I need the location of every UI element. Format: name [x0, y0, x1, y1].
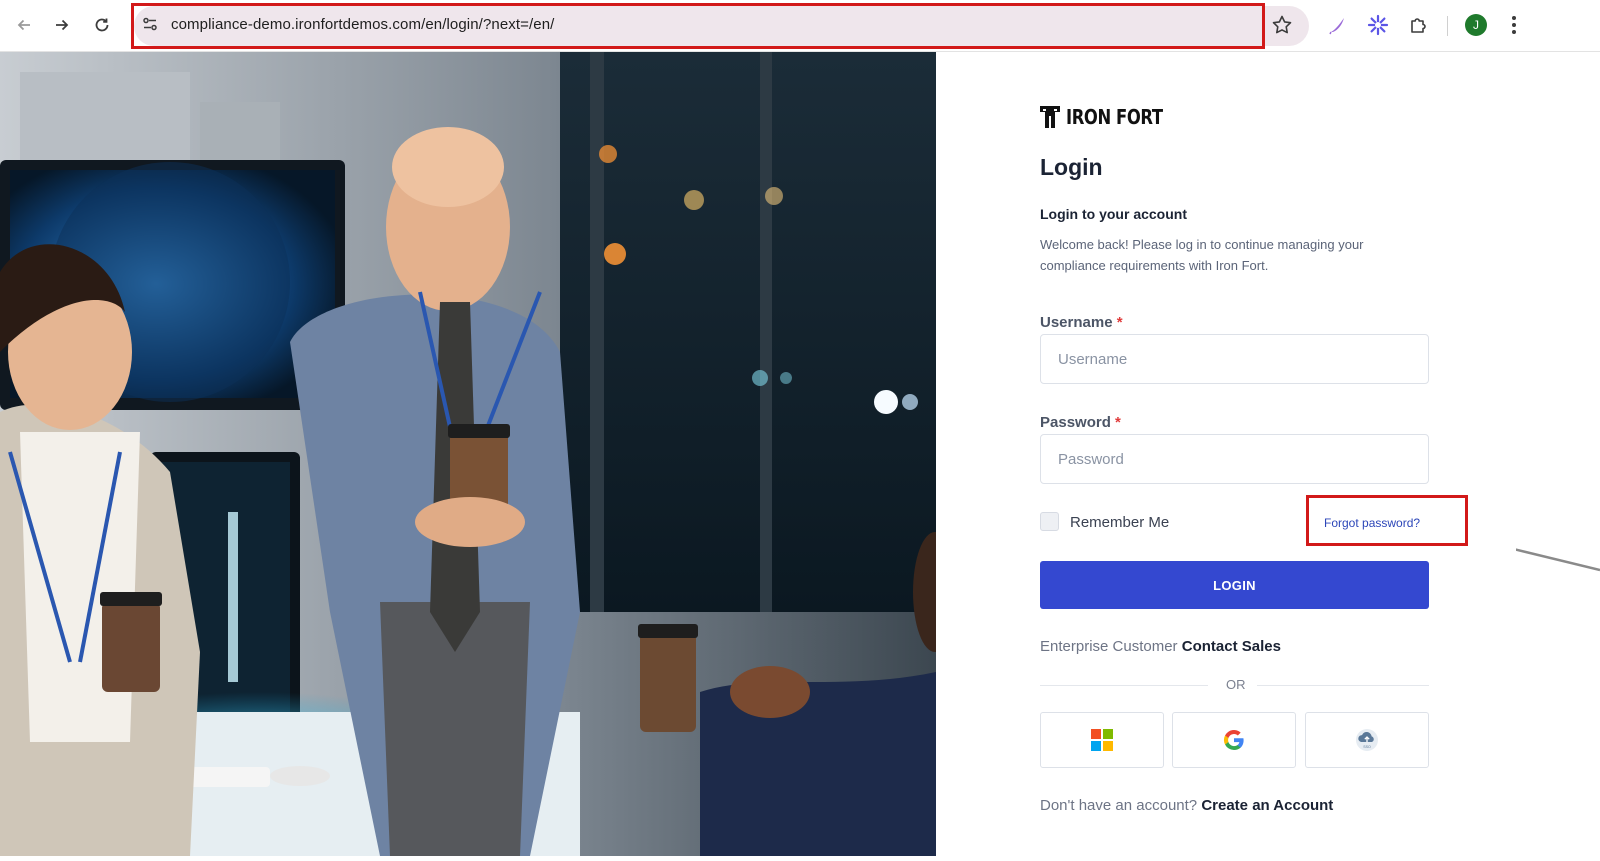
welcome-text: Welcome back! Please log in to continue … — [1040, 237, 1364, 273]
asterisk-extension-icon[interactable] — [1366, 13, 1390, 37]
puzzle-extensions-icon[interactable] — [1406, 13, 1430, 37]
brand-name: IRON FORT — [1066, 105, 1163, 129]
username-label: Username * — [1040, 314, 1123, 331]
annotation-area — [1441, 52, 1600, 856]
contact-sales-link[interactable]: Contact Sales — [1182, 638, 1281, 655]
toolbar-divider — [1447, 16, 1448, 36]
remember-me-label[interactable]: Remember Me — [1070, 514, 1169, 531]
sso-icon: SSO — [1356, 729, 1378, 751]
signup-text: Don't have an account? — [1040, 797, 1198, 814]
url-highlight-annotation — [131, 3, 1265, 49]
or-divider-text: OR — [1226, 677, 1246, 692]
forgot-password-link[interactable]: Forgot password? — [1324, 516, 1420, 530]
password-label-text: Password — [1040, 414, 1111, 431]
create-account-link[interactable]: Create an Account — [1201, 797, 1333, 814]
microsoft-login-button[interactable] — [1040, 712, 1164, 768]
brand-logo: IRON FORT — [1040, 105, 1184, 129]
google-login-button[interactable] — [1172, 712, 1296, 768]
google-icon — [1223, 730, 1244, 750]
page-title: Login — [1040, 154, 1103, 180]
bookmark-star-icon[interactable] — [1270, 13, 1294, 37]
browser-toolbar: compliance-demo.ironfortdemos.com/en/log… — [0, 0, 1600, 52]
divider-left — [1040, 685, 1208, 686]
kebab-menu-icon[interactable] — [1508, 12, 1520, 38]
forward-icon[interactable] — [48, 11, 76, 39]
login-button[interactable]: LOGIN — [1040, 561, 1429, 609]
pen-extension-icon[interactable] — [1326, 13, 1350, 37]
required-mark: * — [1116, 314, 1123, 331]
hero-photo — [0, 52, 936, 856]
enterprise-line: Enterprise Customer Contact Sales — [1040, 638, 1281, 655]
reload-icon[interactable] — [88, 11, 116, 39]
sso-login-button[interactable]: SSO — [1305, 712, 1429, 768]
divider-right — [1257, 685, 1429, 686]
microsoft-icon — [1091, 729, 1113, 751]
username-label-text: Username — [1040, 314, 1113, 331]
login-subtitle: Login to your account — [1040, 206, 1187, 222]
profile-avatar[interactable]: J — [1465, 14, 1487, 36]
password-input[interactable] — [1040, 434, 1429, 484]
sso-icon-label: SSO — [1363, 745, 1371, 749]
password-label: Password * — [1040, 414, 1121, 431]
iron-fort-logo-icon — [1040, 106, 1060, 128]
annotation-arrow-icon — [1441, 522, 1600, 572]
required-mark: * — [1115, 414, 1121, 431]
back-icon[interactable] — [10, 11, 38, 39]
enterprise-text: Enterprise Customer — [1040, 638, 1178, 655]
login-panel: IRON FORT Login Login to your account We… — [936, 52, 1516, 856]
username-input[interactable] — [1040, 334, 1429, 384]
signup-line: Don't have an account? Create an Account — [1040, 797, 1333, 814]
remember-me-checkbox[interactable] — [1040, 512, 1059, 531]
